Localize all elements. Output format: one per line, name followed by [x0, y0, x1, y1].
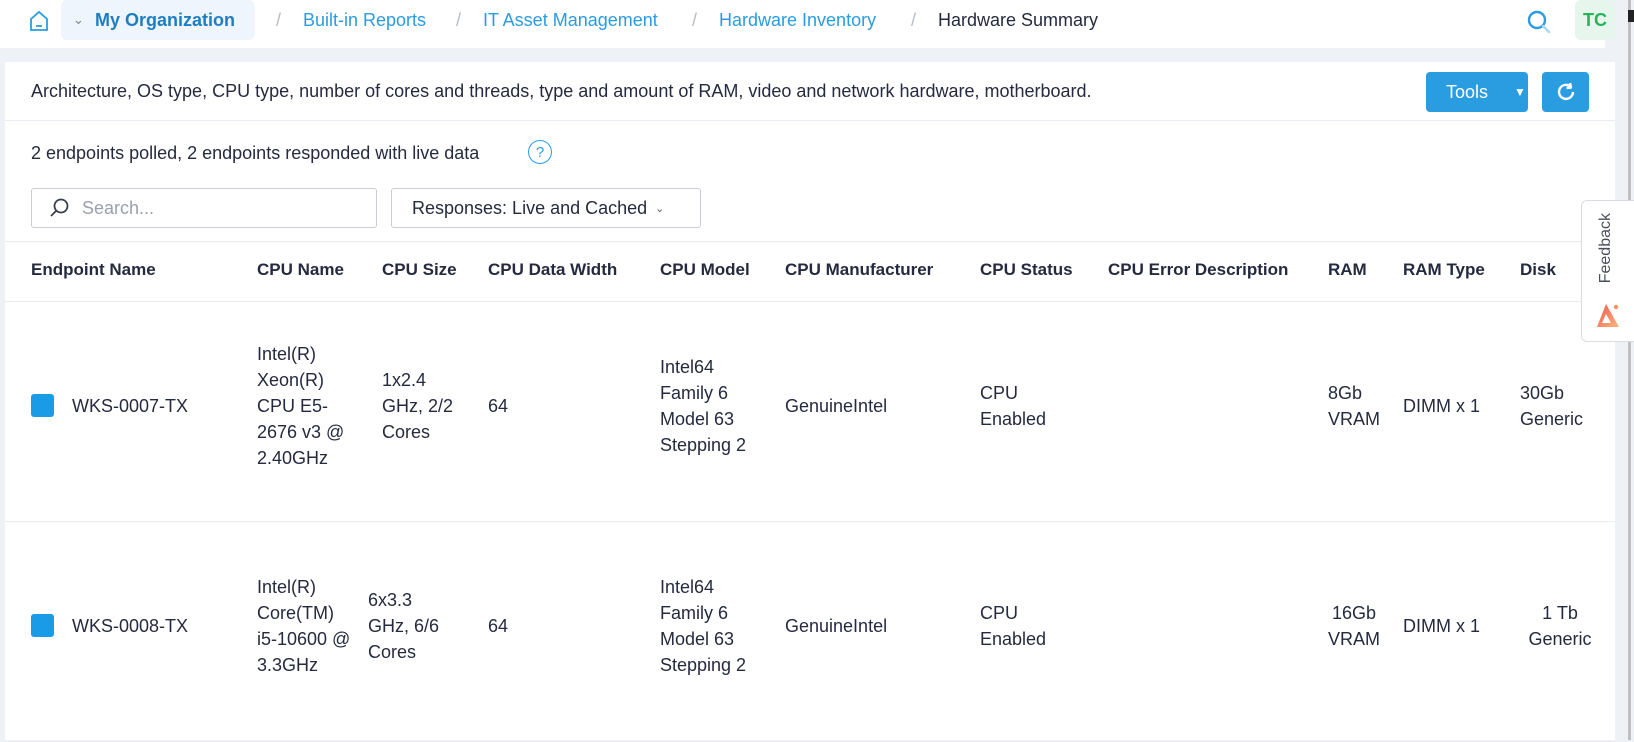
column-header-cpu-name[interactable]: CPU Name: [257, 260, 344, 280]
responses-label: Responses: Live and Cached: [412, 197, 648, 218]
column-header-endpoint-name[interactable]: Endpoint Name: [31, 260, 156, 280]
breadcrumb-separator: /: [276, 10, 282, 30]
row-checkbox[interactable]: [31, 394, 54, 417]
home-icon[interactable]: [28, 10, 52, 34]
report-panel: Architecture, OS type, CPU type, number …: [5, 62, 1615, 742]
table-header: Endpoint Name CPU Name CPU Size CPU Data…: [5, 241, 1615, 302]
chevron-down-icon: ⌄: [655, 202, 665, 215]
breadcrumb-it-asset-management[interactable]: IT Asset Management: [483, 8, 658, 32]
breadcrumb-separator: /: [692, 10, 698, 30]
column-header-ram[interactable]: RAM: [1328, 260, 1367, 280]
cell-cpu-status: CPU Enabled: [980, 603, 1047, 649]
cell-ram: 16Gb VRAM: [1327, 603, 1380, 649]
row-checkbox[interactable]: [31, 614, 54, 637]
refresh-button[interactable]: [1542, 72, 1589, 112]
column-header-cpu-model[interactable]: CPU Model: [660, 260, 750, 280]
poll-status-text: 2 endpoints polled, 2 endpoints responde…: [31, 143, 480, 163]
cell-cpu-model: Intel64 Family 6 Model 63 Stepping 2: [660, 357, 747, 455]
breadcrumb-separator: /: [456, 10, 462, 30]
breadcrumb-built-in-reports[interactable]: Built-in Reports: [303, 8, 426, 32]
search-input[interactable]: [80, 196, 364, 220]
feedback-label: Feedback: [1597, 213, 1614, 284]
cell-disk: 30Gb Generic: [1520, 383, 1584, 429]
window-edge-marker: [1628, 10, 1634, 22]
cell-cpu-model: Intel64 Family 6 Model 63 Stepping 2: [660, 577, 747, 675]
column-header-disk[interactable]: Disk: [1520, 260, 1556, 280]
breadcrumb-hardware-summary: Hardware Summary: [938, 10, 1099, 30]
cell-cpu-manufacturer: GenuineIntel: [785, 616, 888, 636]
tools-button[interactable]: Tools ▼: [1426, 72, 1528, 112]
help-icon[interactable]: ?: [528, 140, 552, 164]
chevron-down-icon: ⌄: [73, 12, 84, 27]
column-header-cpu-data-width[interactable]: CPU Data Width: [488, 260, 617, 280]
refresh-icon: [1557, 82, 1574, 101]
cell-cpu-data-width: 64: [488, 616, 509, 636]
cell-cpu-size: 1x2.4 GHz, 2/2 Cores: [382, 370, 454, 442]
cell-ram: 8Gb VRAM: [1328, 383, 1381, 429]
cell-cpu-name: Intel(R) Xeon(R) CPU E5-2676 v3 @ 2.40GH…: [257, 344, 345, 468]
cell-cpu-data-width: 64: [488, 396, 509, 416]
cell-disk: 1 Tb Generic: [1528, 603, 1592, 649]
table-row[interactable]: WKS-0007-TX Intel(R) Xeon(R) CPU E5-2676…: [5, 301, 1615, 522]
cell-ram-type: DIMM x 1: [1403, 396, 1481, 416]
report-description: Architecture, OS type, CPU type, number …: [31, 81, 1092, 101]
divider: [5, 120, 1615, 121]
cell-cpu-manufacturer: GenuineIntel: [785, 396, 888, 416]
column-header-cpu-size[interactable]: CPU Size: [382, 260, 457, 280]
cell-endpoint-name[interactable]: WKS-0007-TX: [72, 393, 188, 419]
feedback-tab[interactable]: Feedback: [1581, 200, 1634, 342]
avatar[interactable]: TC: [1575, 0, 1615, 40]
cell-cpu-status: CPU Enabled: [980, 383, 1047, 429]
table-row[interactable]: WKS-0008-TX Intel(R) Core(TM) i5-10600 @…: [5, 521, 1615, 742]
search-box[interactable]: [31, 188, 377, 228]
cell-cpu-name: Intel(R) Core(TM) i5-10600 @ 3.3GHz: [257, 577, 351, 675]
responses-dropdown[interactable]: Responses: Live and Cached ⌄: [391, 188, 701, 228]
window-edge: [1628, 0, 1631, 740]
breadcrumb-hardware-inventory[interactable]: Hardware Inventory: [719, 8, 876, 32]
column-header-cpu-status[interactable]: CPU Status: [980, 260, 1073, 280]
tools-label: Tools: [1446, 81, 1489, 102]
column-header-ram-type[interactable]: RAM Type: [1403, 260, 1485, 280]
feedback-logo-icon: [1597, 304, 1619, 327]
top-bar: ⌄ My Organization / Built-in Reports / I…: [0, 0, 1615, 48]
column-header-cpu-manufacturer[interactable]: CPU Manufacturer: [785, 260, 933, 280]
organization-label: My Organization: [95, 9, 236, 30]
search-icon: [50, 198, 69, 217]
breadcrumb-separator: /: [911, 10, 917, 30]
cell-ram-type: DIMM x 1: [1403, 616, 1481, 636]
organization-selector[interactable]: ⌄ My Organization: [61, 0, 255, 40]
search-icon[interactable]: [1525, 8, 1553, 36]
chevron-down-icon: ▼: [1514, 85, 1526, 99]
cell-endpoint-name[interactable]: WKS-0008-TX: [72, 613, 188, 639]
column-header-cpu-error-description[interactable]: CPU Error Description: [1108, 260, 1288, 280]
cell-cpu-size: 6x3.3 GHz, 6/6 Cores: [368, 590, 440, 662]
